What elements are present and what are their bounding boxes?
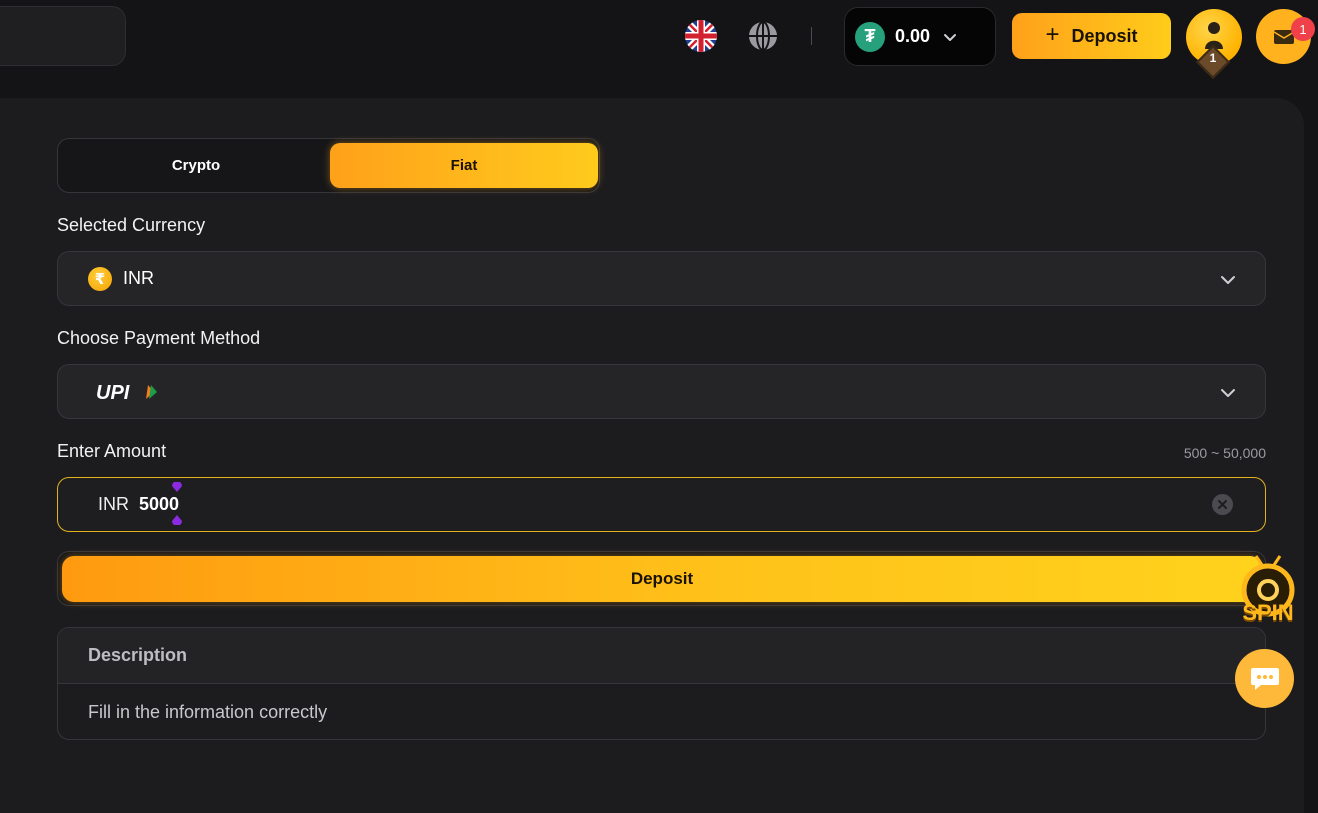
clear-input-icon[interactable] bbox=[1212, 494, 1233, 515]
chat-button[interactable] bbox=[1235, 649, 1294, 708]
spin-label[interactable]: SPIN bbox=[1236, 600, 1300, 626]
payment-method-select[interactable]: UPI bbox=[57, 364, 1266, 419]
deposit-button[interactable]: Deposit bbox=[62, 556, 1262, 602]
top-header: ₮ 0.00 + Deposit 1 1 bbox=[0, 0, 1318, 79]
header-search-area[interactable] bbox=[0, 6, 126, 66]
amount-currency-prefix: INR bbox=[98, 494, 129, 514]
currency-select[interactable]: ₹ INR bbox=[57, 251, 1266, 306]
amount-range-hint: 500 ~ 50,000 bbox=[1183, 445, 1266, 461]
text-cursor-handle-icon[interactable] bbox=[172, 482, 182, 492]
header-deposit-button[interactable]: + Deposit bbox=[1012, 13, 1171, 59]
amount-field[interactable]: INR bbox=[57, 477, 1266, 532]
upi-logo-text: UPI bbox=[96, 382, 130, 403]
description-text: Fill in the information correctly bbox=[88, 701, 328, 722]
header-deposit-label: Deposit bbox=[1071, 25, 1138, 46]
amount-label: Enter Amount bbox=[57, 441, 167, 461]
text-cursor-handle-icon[interactable] bbox=[172, 515, 182, 525]
wallet-balance: 0.00 bbox=[895, 26, 931, 46]
amount-input[interactable] bbox=[139, 494, 1039, 515]
chat-bubble-icon bbox=[1250, 667, 1279, 690]
inbox-count-badge: 1 bbox=[1291, 17, 1315, 41]
plus-icon: + bbox=[1045, 21, 1060, 48]
level-number: 1 bbox=[1209, 51, 1217, 65]
chevron-down-icon bbox=[1221, 389, 1235, 397]
upi-logo-icon: UPI bbox=[96, 382, 157, 403]
description-title: Description bbox=[58, 628, 1265, 684]
deposit-page: ₮ 0.00 + Deposit 1 1 Crypto Fiat Selecte… bbox=[0, 0, 1318, 813]
chevron-down-icon bbox=[944, 33, 957, 41]
currency-value: INR bbox=[123, 268, 154, 288]
tether-icon: ₮ bbox=[855, 21, 885, 52]
deposit-type-tabs: Crypto Fiat bbox=[57, 138, 600, 193]
tab-fiat[interactable]: Fiat bbox=[330, 143, 598, 188]
header-divider bbox=[811, 27, 812, 45]
globe-icon[interactable] bbox=[747, 20, 779, 52]
chevron-down-icon bbox=[1221, 276, 1235, 284]
payment-method-label: Choose Payment Method bbox=[57, 328, 261, 348]
tab-crypto[interactable]: Crypto bbox=[62, 143, 330, 188]
currency-label: Selected Currency bbox=[57, 215, 206, 235]
wallet-balance-selector[interactable]: ₮ 0.00 bbox=[844, 7, 996, 66]
rupee-icon: ₹ bbox=[88, 266, 112, 291]
user-figure-icon bbox=[1205, 22, 1223, 49]
uk-flag-icon[interactable] bbox=[685, 20, 717, 52]
description-card: Description Fill in the information corr… bbox=[57, 627, 1266, 740]
